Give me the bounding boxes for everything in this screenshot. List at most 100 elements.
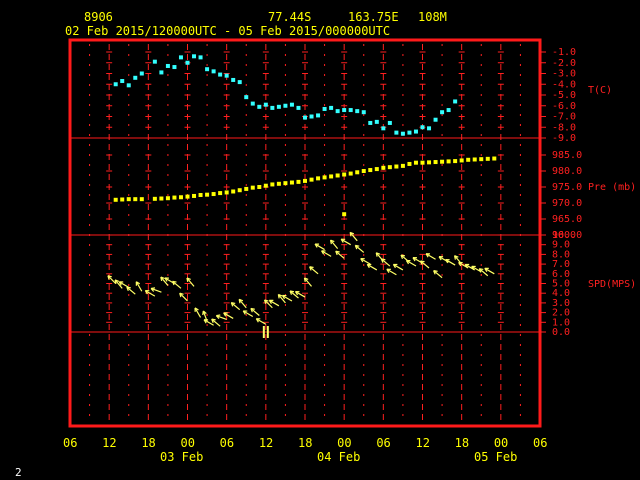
wind-arrow	[186, 277, 195, 287]
wind-arrow	[255, 318, 267, 325]
temp-point	[374, 119, 379, 124]
pres-point	[427, 160, 432, 165]
pres-point	[342, 172, 347, 177]
pres-point	[348, 171, 353, 176]
pres-point	[485, 156, 490, 161]
station-elev: 108M	[418, 10, 447, 24]
wind-arrow	[425, 253, 436, 260]
temp-point	[263, 102, 268, 107]
pres-point	[218, 191, 223, 196]
wind-arrow	[179, 292, 188, 302]
pres-point	[368, 168, 373, 173]
temp-point	[126, 83, 131, 88]
temp-point	[433, 117, 438, 122]
x-tick-label: 00	[494, 436, 508, 450]
temp-point	[453, 99, 458, 104]
pres-axis-label: Pre (mb)	[588, 182, 636, 193]
wind-arrow	[354, 244, 365, 253]
temp-point	[133, 75, 138, 80]
wind-arrow	[386, 268, 397, 276]
wind-arrow	[238, 298, 247, 309]
wind-arrow	[250, 307, 260, 316]
x-tick-label: 12	[259, 436, 273, 450]
x-tick-label: 06	[533, 436, 547, 450]
temp-point	[296, 105, 301, 110]
temp-point	[224, 73, 229, 78]
wind-arrow	[223, 312, 234, 319]
wind-arrow	[150, 287, 162, 293]
wind-arrow	[360, 258, 371, 265]
pres-point	[178, 195, 183, 200]
pres-point	[400, 163, 405, 168]
pres-point	[329, 174, 334, 179]
temp-point	[283, 103, 288, 108]
y-tick-label: 980.0	[552, 166, 582, 177]
day-label-3: 05 Feb	[474, 450, 517, 464]
pres-point	[289, 180, 294, 185]
station-lat: 77.44S	[268, 10, 311, 24]
wind-arrow	[135, 281, 143, 292]
temp-point	[192, 54, 197, 59]
temp-point	[218, 72, 223, 77]
pres-point	[374, 167, 379, 172]
temp-point	[387, 120, 392, 125]
pres-point	[250, 185, 255, 190]
wind-arrow	[126, 286, 136, 295]
wind-arrow	[230, 302, 241, 311]
x-tick-label: 12	[416, 436, 430, 450]
temp-point	[335, 109, 340, 114]
pres-point	[283, 181, 288, 186]
wind-arrow	[445, 258, 456, 266]
temp-point	[413, 129, 418, 134]
temp-point	[270, 105, 275, 110]
pres-point	[257, 185, 262, 189]
page-number: 2	[15, 466, 22, 479]
temp-point	[113, 82, 118, 87]
pres-point	[270, 182, 275, 187]
pres-point	[420, 160, 425, 165]
temp-point	[322, 106, 327, 111]
pres-point	[440, 159, 445, 164]
temp-point	[152, 59, 157, 64]
pres-point	[263, 183, 268, 188]
temp-point	[289, 102, 294, 107]
pres-point	[126, 197, 131, 202]
wind-arrow	[268, 299, 280, 307]
day-label-1: 03 Feb	[160, 450, 203, 464]
y-tick-label: -8.0	[552, 122, 576, 133]
pres-point	[466, 157, 471, 162]
y-tick-label: -5.0	[552, 90, 576, 101]
wind-arrow	[405, 259, 417, 267]
pres-point	[133, 197, 138, 202]
pres-point	[237, 188, 242, 193]
temp-point	[316, 113, 321, 118]
y-tick-label: -6.0	[552, 101, 576, 112]
pres-point	[355, 170, 360, 175]
y-tick-label: -3.0	[552, 69, 576, 80]
pres-point	[172, 195, 177, 200]
pres-point	[205, 192, 210, 197]
x-tick-label: 06	[376, 436, 390, 450]
pres-point	[381, 165, 386, 170]
y-tick-label: 0.0	[552, 327, 570, 338]
x-tick-label: 18	[141, 436, 155, 450]
wind-arrow	[329, 239, 339, 249]
temp-point	[361, 110, 366, 115]
wind-arrow	[392, 263, 404, 271]
temp-point	[440, 110, 445, 115]
wind-arrow	[433, 270, 443, 279]
wind-arrow	[309, 266, 319, 275]
temp-point	[276, 104, 281, 109]
temp-point	[159, 70, 164, 75]
pres-point	[165, 196, 170, 201]
temp-point	[407, 130, 412, 135]
pres-point	[211, 192, 216, 197]
temp-point	[120, 79, 125, 84]
y-tick-label: -1.0	[552, 47, 576, 58]
x-tick-label: 18	[298, 436, 312, 450]
y-tick-label: 965.0	[552, 214, 582, 225]
pres-outlier	[342, 212, 347, 217]
pres-point	[322, 175, 327, 180]
pres-point	[446, 159, 451, 164]
pres-point	[453, 159, 458, 164]
